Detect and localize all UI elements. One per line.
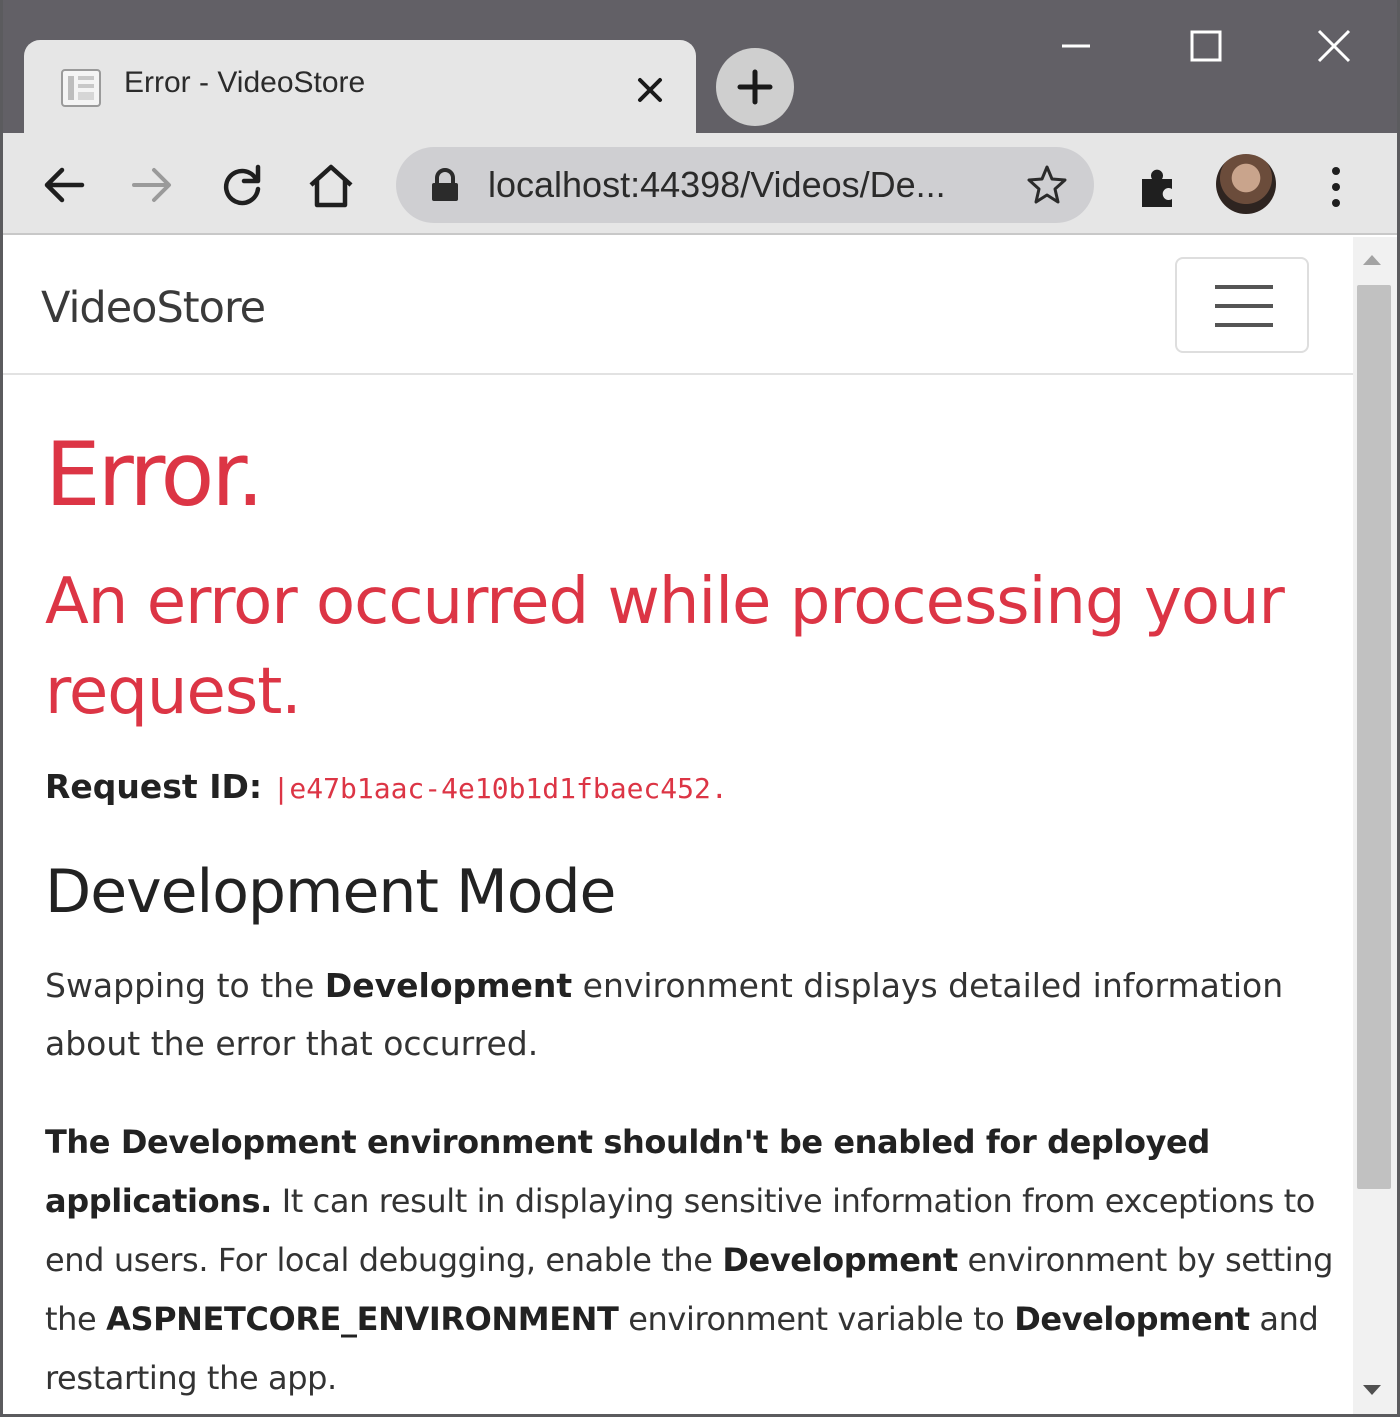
tab-title: Error - VideoStore xyxy=(124,66,366,99)
brand-link[interactable]: VideoStore xyxy=(41,283,266,333)
browser-tab[interactable]: Error - VideoStore xyxy=(24,40,696,140)
error-subheading: An error occurred while processing your … xyxy=(45,565,1285,729)
p2-bold-4: Development xyxy=(1014,1300,1250,1338)
site-navbar: VideoStore xyxy=(3,237,1353,375)
window-close-icon[interactable] xyxy=(1304,20,1364,72)
p1-bold-1: Development xyxy=(324,966,573,1005)
new-tab-button[interactable] xyxy=(716,48,794,126)
close-icon[interactable] xyxy=(630,70,670,110)
kebab-menu-icon[interactable] xyxy=(1326,165,1346,209)
url-text[interactable]: localhost:44398/Videos/De... xyxy=(488,164,946,206)
scrollbar-thumb[interactable] xyxy=(1357,285,1391,1189)
p2-bold-3: ASPNETCORE_ENVIRONMENT xyxy=(106,1300,619,1338)
avatar[interactable] xyxy=(1216,154,1276,214)
scroll-down-arrow-icon[interactable] xyxy=(1363,1385,1381,1395)
p1-text-1: Swapping to the xyxy=(45,966,325,1005)
vertical-scrollbar[interactable] xyxy=(1353,237,1397,1417)
error-heading: Error. xyxy=(45,423,264,526)
forward-arrow-icon[interactable] xyxy=(126,159,178,211)
warning-paragraph: The Development environment shouldn't be… xyxy=(45,1113,1335,1408)
minimize-icon[interactable] xyxy=(1046,20,1106,72)
p2-text-3: environment variable to xyxy=(618,1300,1015,1338)
swap-info-paragraph: Swapping to the Development environment … xyxy=(45,957,1305,1073)
page-viewport: VideoStore Error. An error occurred whil… xyxy=(3,237,1353,1417)
request-id-label: Request ID: xyxy=(45,767,263,806)
page-icon xyxy=(61,69,101,107)
scroll-up-arrow-icon[interactable] xyxy=(1363,255,1381,265)
browser-toolbar: localhost:44398/Videos/De... xyxy=(0,133,1400,235)
home-icon[interactable] xyxy=(305,159,357,211)
browser-titlebar: Error - VideoStore xyxy=(0,0,1400,140)
lock-icon[interactable] xyxy=(428,167,462,203)
maximize-icon[interactable] xyxy=(1176,20,1236,72)
back-arrow-icon[interactable] xyxy=(38,159,90,211)
request-id-value: |e47b1aac-4e10b1d1fbaec452. xyxy=(272,772,728,805)
plus-icon xyxy=(737,69,773,105)
star-icon[interactable] xyxy=(1026,163,1068,205)
request-id-line: Request ID: |e47b1aac-4e10b1d1fbaec452. xyxy=(45,767,728,806)
puzzle-icon[interactable] xyxy=(1134,163,1182,211)
address-bar[interactable]: localhost:44398/Videos/De... xyxy=(396,147,1094,223)
navbar-toggler-button[interactable] xyxy=(1175,257,1309,353)
development-mode-heading: Development Mode xyxy=(45,857,616,927)
reload-icon[interactable] xyxy=(216,159,268,211)
p2-bold-2: Development xyxy=(722,1241,958,1279)
